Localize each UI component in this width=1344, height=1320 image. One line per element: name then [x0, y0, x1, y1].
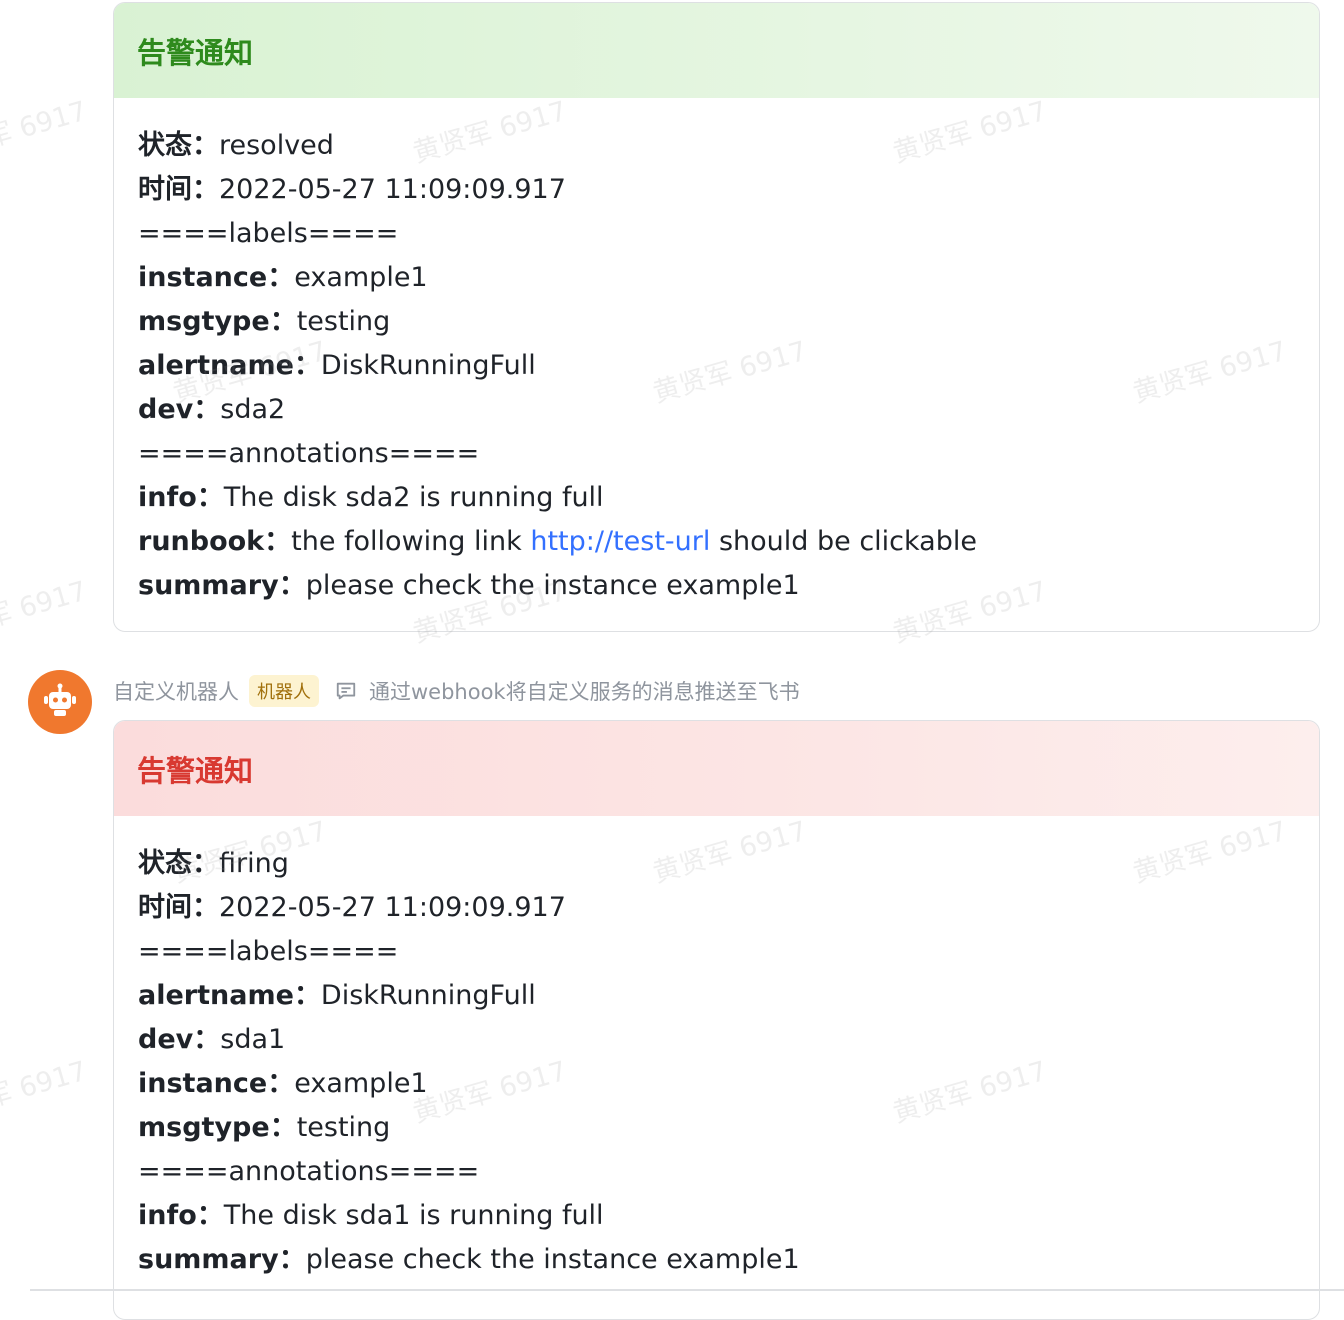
field-row: summary：please check the instance exampl… — [138, 1238, 1319, 1282]
field-key: msgtype — [138, 1112, 270, 1143]
field-colon: ： — [193, 1024, 221, 1055]
message-icon — [336, 682, 356, 700]
field-key: instance — [138, 1068, 268, 1099]
field-value: The disk sda1 is running full — [223, 1200, 604, 1231]
field-key: dev — [138, 394, 194, 425]
field-row: runbook：the following link http://test-u… — [138, 520, 1319, 564]
sender-row: 自定义机器人 机器人 通过webhook将自定义服务的消息推送至飞书 — [113, 673, 800, 709]
field-value: sda2 — [220, 394, 286, 425]
field-value: testing — [296, 306, 391, 337]
card-title: 告警通知 — [137, 35, 254, 70]
field-colon: ： — [196, 1200, 224, 1231]
section-separator: ====labels==== — [138, 218, 399, 249]
field-value: 2022-05-27 11:09:09.917 — [219, 174, 566, 205]
field-colon: ： — [192, 174, 219, 205]
field-row: msgtype：testing — [138, 300, 1319, 344]
section-separator: ====annotations==== — [138, 438, 480, 469]
field-colon: ： — [269, 1112, 297, 1143]
field-colon: ： — [192, 848, 219, 879]
field-colon: ： — [192, 892, 219, 923]
robot-icon — [44, 683, 76, 716]
field-colon: ： — [293, 350, 321, 381]
field-row: ====annotations==== — [138, 1150, 1319, 1194]
field-value: DiskRunningFull — [320, 980, 536, 1011]
field-value: The disk sda2 is running full — [223, 482, 604, 513]
field-row: 时间：2022-05-27 11:09:09.917 — [138, 886, 1319, 930]
field-key: instance — [138, 262, 268, 293]
field-colon: ： — [193, 394, 221, 425]
field-row: 时间：2022-05-27 11:09:09.917 — [138, 168, 1319, 212]
card-header: 告警通知 — [114, 721, 1319, 816]
field-key: info — [138, 1200, 197, 1231]
card-header: 告警通知 — [114, 3, 1319, 98]
divider — [30, 1289, 1344, 1291]
field-row: instance：example1 — [138, 1062, 1319, 1106]
sender-name[interactable]: 自定义机器人 — [113, 676, 239, 706]
field-row: msgtype：testing — [138, 1106, 1319, 1150]
field-value: 2022-05-27 11:09:09.917 — [219, 892, 566, 923]
field-value: example1 — [294, 1068, 428, 1099]
field-key: summary — [138, 570, 279, 601]
alert-card-firing[interactable]: 告警通知 状态：firing 时间：2022-05-27 11:09:09.917… — [113, 720, 1320, 1320]
field-value: sda1 — [220, 1024, 286, 1055]
field-key: 时间 — [138, 892, 192, 923]
field-row: alertname：DiskRunningFull — [138, 344, 1319, 388]
field-value: should be clickable — [710, 526, 977, 557]
robot-avatar[interactable] — [28, 670, 92, 734]
field-row: alertname：DiskRunningFull — [138, 974, 1319, 1018]
field-value: testing — [296, 1112, 391, 1143]
field-row: dev：sda1 — [138, 1018, 1319, 1062]
field-colon: ： — [267, 262, 295, 293]
field-row: info：The disk sda2 is running full — [138, 476, 1319, 520]
field-colon: ： — [278, 570, 306, 601]
field-colon: ： — [264, 526, 292, 557]
field-colon: ： — [269, 306, 297, 337]
field-key: runbook — [138, 526, 265, 557]
robot-badge: 机器人 — [249, 675, 319, 707]
field-row: ====labels==== — [138, 930, 1319, 974]
field-key: msgtype — [138, 306, 270, 337]
field-row: 状态：resolved — [138, 124, 1319, 168]
field-colon: ： — [278, 1244, 306, 1275]
field-row: ====labels==== — [138, 212, 1319, 256]
section-separator: ====annotations==== — [138, 1156, 480, 1187]
field-row: info：The disk sda1 is running full — [138, 1194, 1319, 1238]
runbook-link[interactable]: http://test-url — [530, 526, 710, 557]
field-row: instance：example1 — [138, 256, 1319, 300]
field-key: 状态 — [138, 848, 192, 879]
field-key: summary — [138, 1244, 279, 1275]
field-key: info — [138, 482, 197, 513]
field-colon: ： — [196, 482, 224, 513]
sender-description: 通过webhook将自定义服务的消息推送至飞书 — [369, 680, 800, 704]
alert-card-resolved[interactable]: 告警通知 状态：resolved 时间：2022-05-27 11:09:09.9… — [113, 2, 1320, 632]
field-key: 状态 — [138, 130, 192, 161]
field-colon: ： — [192, 130, 219, 161]
field-value: DiskRunningFull — [320, 350, 536, 381]
card-title: 告警通知 — [137, 753, 254, 788]
field-value: example1 — [294, 262, 428, 293]
field-key: alertname — [138, 980, 294, 1011]
field-row: ====annotations==== — [138, 432, 1319, 476]
field-value: please check the instance example1 — [305, 1244, 800, 1275]
field-key: alertname — [138, 350, 294, 381]
field-value: firing — [219, 848, 289, 879]
field-colon: ： — [293, 980, 321, 1011]
field-value: please check the instance example1 — [305, 570, 800, 601]
field-colon: ： — [267, 1068, 295, 1099]
field-key: 时间 — [138, 174, 192, 205]
field-value: the following link — [291, 526, 531, 557]
card-body: 状态：firing 时间：2022-05-27 11:09:09.917 ====l… — [114, 816, 1319, 1282]
section-separator: ====labels==== — [138, 936, 399, 967]
card-body: 状态：resolved 时间：2022-05-27 11:09:09.917 ===… — [114, 98, 1319, 608]
field-row: 状态：firing — [138, 842, 1319, 886]
field-row: summary：please check the instance exampl… — [138, 564, 1319, 608]
field-value: resolved — [219, 130, 334, 161]
field-key: dev — [138, 1024, 194, 1055]
field-row: dev：sda2 — [138, 388, 1319, 432]
